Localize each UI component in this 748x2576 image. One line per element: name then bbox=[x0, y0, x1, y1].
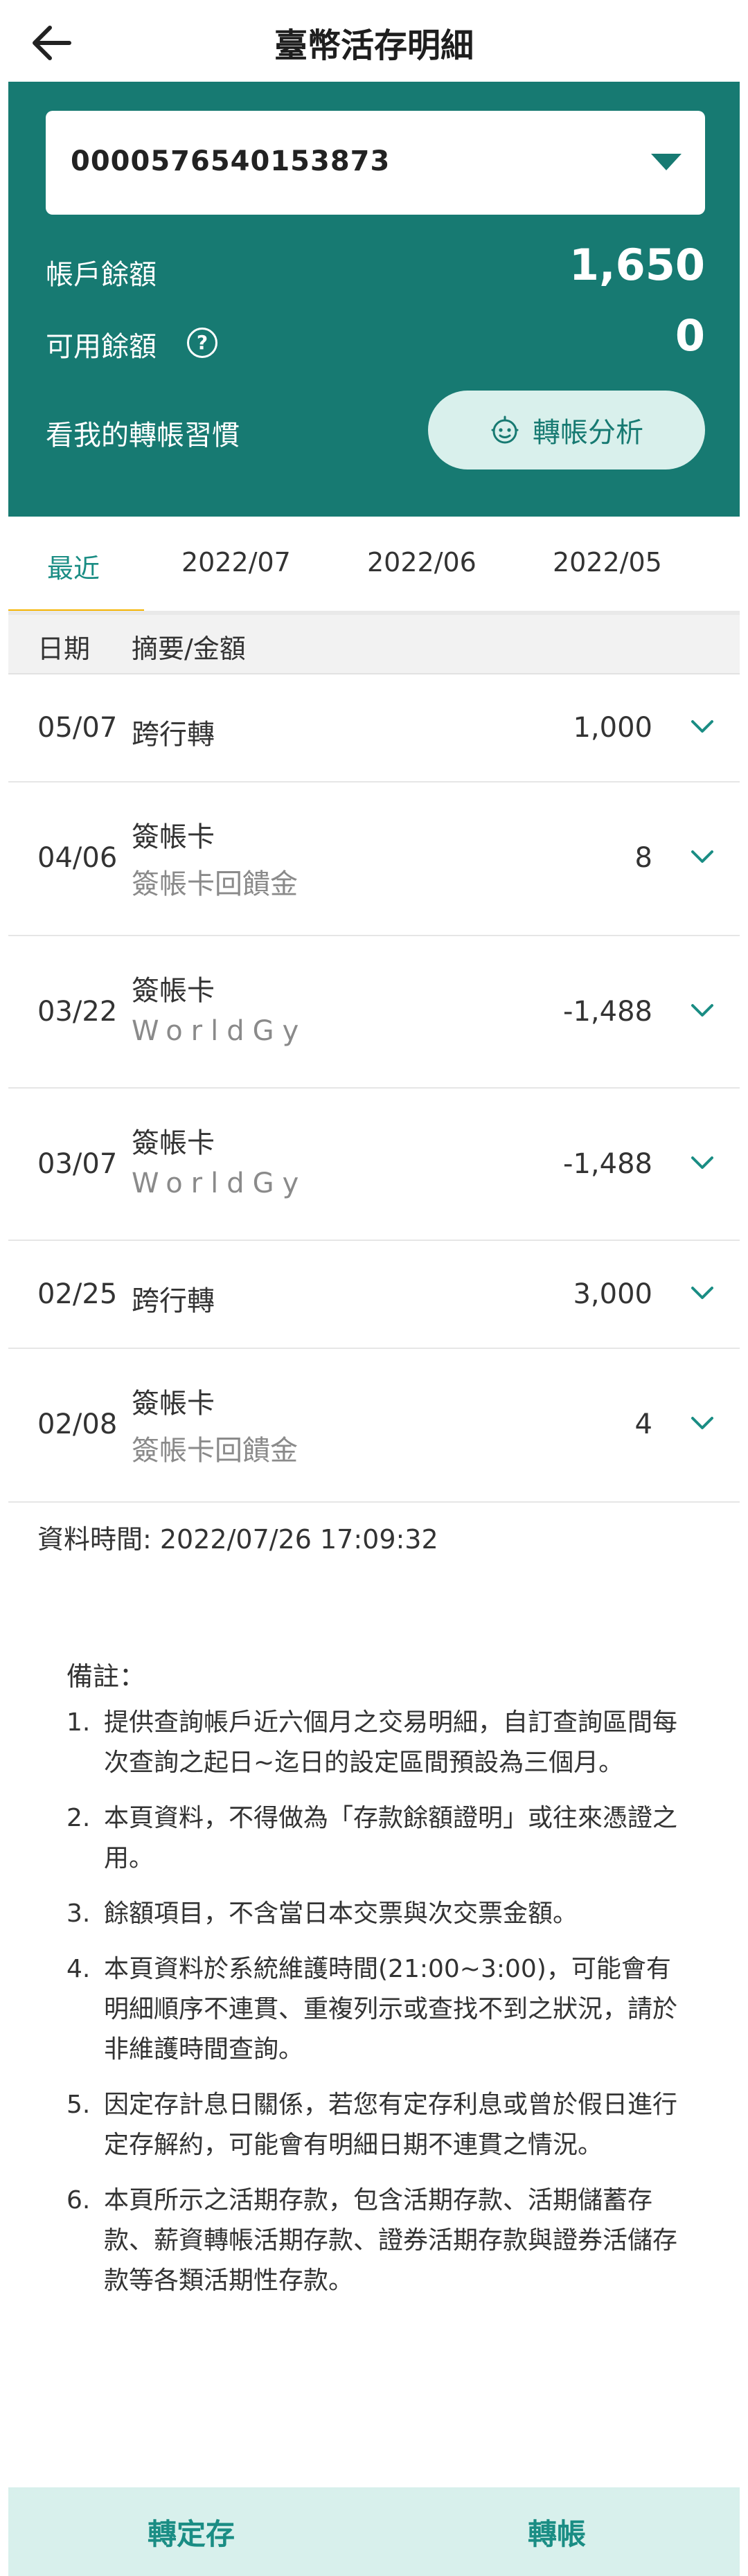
transfer-analysis-button[interactable]: 轉帳分析 bbox=[428, 391, 705, 469]
transaction-title: 簽帳卡 bbox=[132, 821, 215, 853]
transaction-amount: 8 bbox=[634, 842, 652, 874]
note-number: 6. bbox=[66, 2186, 91, 2215]
transaction-date: 04/06 bbox=[37, 842, 118, 874]
tab-2022-07[interactable]: 2022/07 bbox=[181, 547, 291, 578]
tab-recent[interactable]: 最近 bbox=[47, 547, 100, 585]
note-item: 3. 餘額項目，不含當日本交票與次交票金額。 bbox=[66, 1894, 690, 1934]
chevron-down-icon[interactable] bbox=[688, 1413, 716, 1433]
tab-2022-06[interactable]: 2022/06 bbox=[367, 547, 477, 578]
note-item: 4. 本頁資料於系統維護時間(21:00~3:00)，可能會有明細順序不連貫、重… bbox=[66, 1949, 690, 2070]
transaction-row[interactable]: 03/22 簽帳卡 WorldGy -1,488 bbox=[8, 936, 740, 1089]
transaction-title: 簽帳卡 bbox=[132, 975, 215, 1007]
transaction-subtitle: WorldGy bbox=[132, 1168, 308, 1199]
chevron-down-icon[interactable] bbox=[688, 1000, 716, 1021]
chevron-down-icon[interactable] bbox=[688, 846, 716, 867]
available-balance-value: 0 bbox=[675, 310, 705, 361]
data-timestamp: 資料時間: 2022/07/26 17:09:32 bbox=[37, 1524, 438, 1555]
transaction-amount: -1,488 bbox=[563, 1148, 652, 1180]
transaction-amount: 1,000 bbox=[573, 712, 652, 744]
robot-icon bbox=[491, 415, 519, 444]
transaction-amount: 4 bbox=[634, 1408, 652, 1440]
transaction-row[interactable]: 02/08 簽帳卡 簽帳卡回饋金 4 bbox=[8, 1349, 740, 1503]
tab-next-partial[interactable]: 2 bbox=[738, 547, 740, 578]
note-text: 餘額項目，不含當日本交票與次交票金額。 bbox=[104, 1899, 578, 1928]
bottom-action-bar: 轉定存 轉帳 bbox=[8, 2487, 740, 2576]
tab-2022-05[interactable]: 2022/05 bbox=[553, 547, 662, 578]
note-number: 1. bbox=[66, 1708, 91, 1737]
transaction-subtitle: 簽帳卡回饋金 bbox=[132, 1435, 298, 1467]
transaction-row[interactable]: 05/07 跨行轉 1,000 bbox=[8, 674, 740, 782]
active-tab-indicator bbox=[8, 609, 144, 611]
transaction-row[interactable]: 03/07 簽帳卡 WorldGy -1,488 bbox=[8, 1089, 740, 1241]
note-item: 6. 本頁所示之活期存款，包含活期存款、活期儲蓄存款、薪資轉帳活期存款、證券活期… bbox=[66, 2181, 690, 2301]
transaction-amount: 3,000 bbox=[573, 1278, 652, 1310]
note-number: 2. bbox=[66, 1804, 91, 1832]
transaction-amount: -1,488 bbox=[563, 996, 652, 1028]
account-summary-panel: 0000576540153873 帳戶餘額 1,650 可用餘額 ? 0 看我的… bbox=[8, 82, 740, 517]
transaction-title: 簽帳卡 bbox=[132, 1388, 215, 1420]
transaction-subtitle: WorldGy bbox=[132, 1015, 308, 1047]
page-title: 臺幣活存明細 bbox=[274, 26, 474, 65]
transfer-button[interactable]: 轉帳 bbox=[374, 2487, 740, 2576]
chevron-down-icon[interactable] bbox=[688, 1282, 716, 1303]
column-header-date: 日期 bbox=[37, 634, 91, 664]
chevron-down-icon[interactable] bbox=[688, 716, 716, 737]
transfer-analysis-label: 轉帳分析 bbox=[533, 417, 643, 449]
transaction-date: 05/07 bbox=[37, 712, 118, 744]
note-item: 2. 本頁資料，不得做為「存款餘額證明」或往來憑證之用。 bbox=[66, 1798, 690, 1879]
transaction-title: 跨行轉 bbox=[132, 719, 215, 751]
note-text: 提供查詢帳戶近六個月之交易明細，自訂查詢區間每次查詢之起日~迄日的設定區間預設為… bbox=[104, 1708, 678, 1777]
balance-value: 1,650 bbox=[569, 240, 705, 290]
column-header-summary: 摘要/金額 bbox=[132, 634, 246, 664]
note-number: 3. bbox=[66, 1899, 91, 1928]
note-text: 本頁所示之活期存款，包含活期存款、活期儲蓄存款、薪資轉帳活期存款、證券活期存款與… bbox=[104, 2186, 678, 2295]
transaction-date: 03/07 bbox=[37, 1148, 118, 1180]
transfer-habit-label: 看我的轉帳習慣 bbox=[46, 420, 240, 451]
help-icon[interactable]: ? bbox=[187, 328, 217, 358]
note-text: 本頁資料，不得做為「存款餘額證明」或往來憑證之用。 bbox=[104, 1804, 678, 1872]
transaction-row[interactable]: 02/25 跨行轉 3,000 bbox=[8, 1241, 740, 1349]
available-balance-label: 可用餘額 bbox=[46, 331, 157, 363]
caret-down-icon bbox=[651, 154, 682, 170]
notes-section: 備註： 1. 提供查詢帳戶近六個月之交易明細，自訂查詢區間每次查詢之起日~迄日的… bbox=[66, 1655, 690, 2316]
transaction-date: 02/08 bbox=[37, 1408, 118, 1440]
month-tabs: 最近 2022/07 2022/06 2022/05 2 bbox=[8, 517, 740, 615]
top-app-bar: 臺幣活存明細 bbox=[0, 0, 748, 82]
note-text: 因定存計息日關係，若您有定存利息或曾於假日進行定存解約，可能會有明細日期不連貫之… bbox=[104, 2091, 678, 2159]
account-selector[interactable]: 0000576540153873 bbox=[46, 111, 705, 215]
transaction-title: 簽帳卡 bbox=[132, 1127, 215, 1159]
notes-title: 備註： bbox=[66, 1661, 146, 1692]
note-number: 4. bbox=[66, 1955, 91, 1983]
transaction-date: 03/22 bbox=[37, 996, 118, 1028]
transaction-date: 02/25 bbox=[37, 1278, 118, 1310]
table-header: 日期 摘要/金額 bbox=[8, 615, 740, 674]
transaction-title: 跨行轉 bbox=[132, 1285, 215, 1317]
chevron-down-icon[interactable] bbox=[688, 1152, 716, 1173]
time-deposit-button[interactable]: 轉定存 bbox=[8, 2487, 374, 2576]
note-item: 5. 因定存計息日關係，若您有定存利息或曾於假日進行定存解約，可能會有明細日期不… bbox=[66, 2085, 690, 2165]
transaction-row[interactable]: 04/06 簽帳卡 簽帳卡回饋金 8 bbox=[8, 782, 740, 936]
note-item: 1. 提供查詢帳戶近六個月之交易明細，自訂查詢區間每次查詢之起日~迄日的設定區間… bbox=[66, 1703, 690, 1783]
note-text: 本頁資料於系統維護時間(21:00~3:00)，可能會有明細順序不連貫、重複列示… bbox=[104, 1955, 678, 2064]
note-number: 5. bbox=[66, 2091, 91, 2119]
balance-label: 帳戶餘額 bbox=[46, 259, 157, 291]
transaction-subtitle: 簽帳卡回饋金 bbox=[132, 868, 298, 900]
account-number: 0000576540153873 bbox=[71, 145, 391, 177]
